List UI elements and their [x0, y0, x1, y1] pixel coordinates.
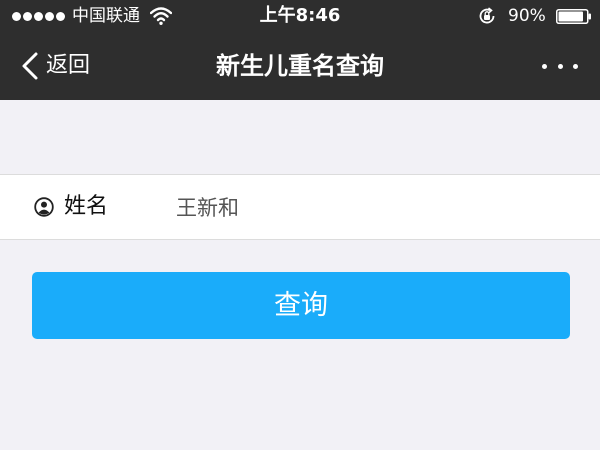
status-bar: 中国联通 上午8:46 90%	[0, 0, 600, 32]
more-icon[interactable]	[542, 56, 578, 76]
name-input[interactable]	[176, 189, 576, 225]
navigation-bar: 返回 新生儿重名查询	[0, 32, 600, 100]
name-field-row: 姓名	[0, 174, 600, 240]
battery-percentage: 90%	[508, 6, 546, 26]
rotation-lock-icon	[479, 7, 495, 24]
top-bar: 中国联通 上午8:46 90% 返回 新生儿重名查询	[0, 0, 600, 100]
person-icon	[34, 197, 54, 217]
name-label: 姓名	[64, 194, 109, 219]
battery-icon	[556, 9, 591, 24]
page-title: 新生儿重名查询	[216, 52, 384, 80]
query-button[interactable]: 查询	[32, 272, 570, 339]
